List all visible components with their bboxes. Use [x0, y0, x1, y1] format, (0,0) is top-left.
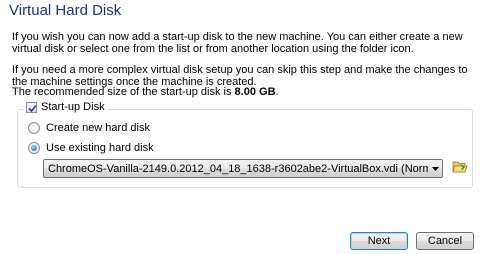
startup-disk-checkbox[interactable] [26, 101, 37, 113]
existing-disk-select[interactable]: ChromeOS-Vanilla-2149.0.2012_04_18_1638-… [43, 159, 443, 178]
choose-disk-folder-button[interactable] [451, 158, 469, 176]
startup-disk-label: Start-up Disk [41, 101, 105, 113]
next-button[interactable]: Next [350, 232, 408, 250]
create-new-disk-radio[interactable] [28, 122, 40, 134]
use-existing-disk-option[interactable]: Use existing hard disk [28, 142, 154, 154]
existing-disk-value: ChromeOS-Vanilla-2149.0.2012_04_18_1638-… [48, 162, 428, 175]
recommended-suffix: . [275, 86, 279, 98]
startup-disk-checkbox-row[interactable]: Start-up Disk [24, 101, 108, 113]
recommended-prefix: The recommended size of the start-up dis… [12, 86, 235, 98]
folder-open-icon [452, 161, 468, 173]
checkmark-icon [28, 104, 37, 112]
recommended-size-text: The recommended size of the start-up dis… [12, 86, 472, 98]
cancel-button[interactable]: Cancel [416, 232, 474, 250]
create-new-disk-option[interactable]: Create new hard disk [28, 122, 150, 134]
use-existing-disk-radio[interactable] [28, 142, 40, 154]
use-existing-disk-label: Use existing hard disk [46, 142, 154, 154]
intro-text: If you wish you can now add a start-up d… [12, 31, 463, 55]
create-new-disk-label: Create new hard disk [46, 122, 150, 134]
complex-setup-text: If you need a more complex virtual disk … [12, 64, 468, 88]
chevron-down-icon[interactable] [428, 166, 442, 171]
recommended-size-value: 8.00 GB [234, 86, 276, 98]
page-title: Virtual Hard Disk [9, 2, 122, 19]
